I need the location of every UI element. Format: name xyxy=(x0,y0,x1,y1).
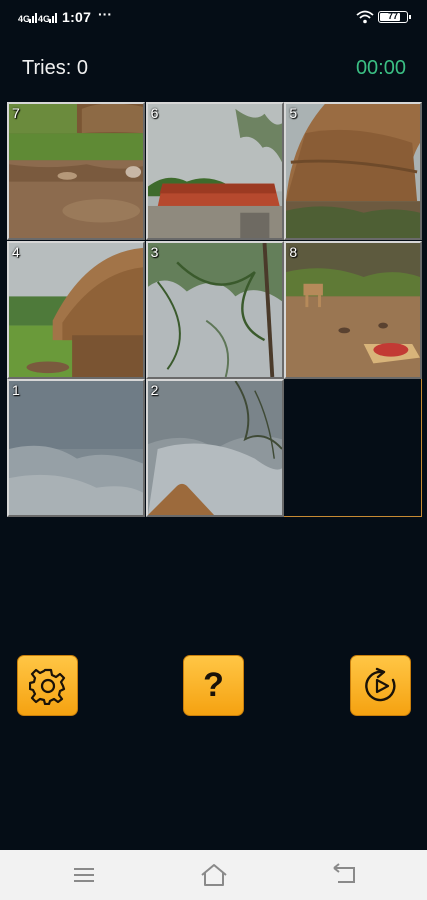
tile-image xyxy=(9,104,143,238)
tile-image xyxy=(147,104,282,238)
tile-image xyxy=(9,242,143,377)
battery-icon: 77 xyxy=(378,11,411,23)
tile-image xyxy=(286,104,421,238)
settings-button[interactable] xyxy=(17,655,78,716)
home-button[interactable] xyxy=(200,862,228,888)
tile-number: 4 xyxy=(12,243,20,260)
menu-icon xyxy=(74,868,94,882)
gear-icon xyxy=(28,668,65,705)
restart-play-icon xyxy=(364,667,396,701)
puzzle-tile[interactable]: 5 xyxy=(284,102,423,240)
puzzle-tile[interactable]: 3 xyxy=(145,240,284,379)
tile-number: 2 xyxy=(150,382,159,399)
help-icon: ? xyxy=(203,666,224,704)
svg-text:4G: 4G xyxy=(38,14,50,24)
svg-text:4G: 4G xyxy=(18,14,30,24)
puzzle-tile[interactable]: 6 xyxy=(145,102,284,240)
tile-image xyxy=(147,242,282,377)
back-button[interactable] xyxy=(330,862,358,888)
menu-button[interactable] xyxy=(70,862,98,888)
wifi-icon xyxy=(356,10,374,24)
status-time: 1:07 xyxy=(62,9,92,25)
puzzle-tile[interactable]: 8 xyxy=(284,240,423,379)
tile-number: 6 xyxy=(150,105,159,121)
navigation-bar xyxy=(0,850,427,900)
tile-image xyxy=(147,381,282,516)
status-overflow: ··· xyxy=(98,6,112,22)
tile-number: 5 xyxy=(289,105,298,121)
home-icon xyxy=(201,864,227,886)
game-screen: 4G 4G 1:07 ··· 77 Tries: 0 00:00 7 6 5 4… xyxy=(0,0,427,900)
restart-button[interactable] xyxy=(350,655,411,716)
empty-slot[interactable] xyxy=(284,379,423,518)
puzzle-tile[interactable]: 1 xyxy=(7,379,145,518)
tile-image xyxy=(9,381,143,516)
puzzle-tile[interactable]: 2 xyxy=(145,379,284,518)
tile-number: 3 xyxy=(150,243,159,260)
battery-level: 77 xyxy=(387,11,398,21)
puzzle-tile[interactable]: 7 xyxy=(7,102,145,240)
signal-icon: 4G 4G xyxy=(18,13,57,24)
puzzle-board: 7 6 5 4 3 8 1 2 xyxy=(6,101,423,518)
tile-number: 8 xyxy=(289,243,298,260)
tile-number: 7 xyxy=(12,105,20,121)
status-bar: 4G 4G 1:07 ··· 77 xyxy=(0,0,427,34)
back-icon xyxy=(333,863,355,883)
puzzle-tile[interactable]: 4 xyxy=(7,240,145,379)
tile-image xyxy=(286,242,421,377)
tries-counter: Tries: 0 xyxy=(22,57,88,79)
help-button[interactable]: ? xyxy=(183,655,244,716)
tile-number: 1 xyxy=(12,382,20,399)
game-timer: 00:00 xyxy=(355,57,406,79)
